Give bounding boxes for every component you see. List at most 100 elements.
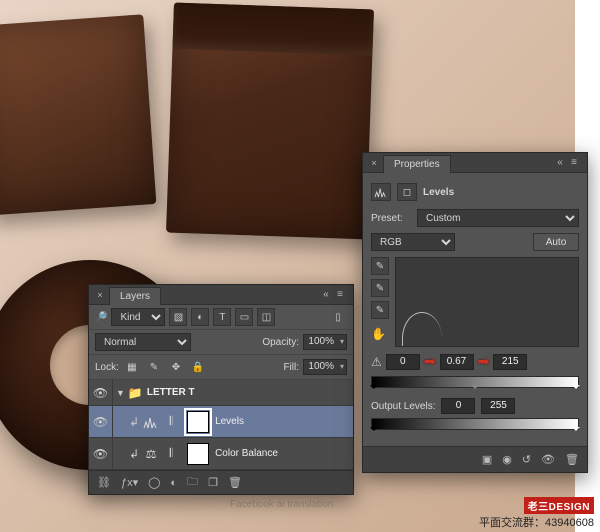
filter-toggle[interactable]: ▯ [329,308,347,326]
layer-mask-thumb[interactable] [187,443,209,465]
close-icon[interactable]: × [369,158,379,168]
layers-footer: ⛓ ƒx▾ ◯ ◐ 🗀 ❐ 🗑 [89,470,353,494]
collapse-icon[interactable]: « [553,157,567,168]
clip-indicator-icon: ↳ [129,415,139,429]
input-white-field[interactable]: 215 [493,354,527,370]
out-black-slider-icon[interactable] [370,427,378,435]
filter-shape-icon[interactable]: ▭ [235,308,253,326]
opacity-value[interactable]: 100% [303,334,347,350]
new-adjustment-icon[interactable]: ◐ [170,477,177,489]
output-white-field[interactable]: 255 [481,398,515,414]
new-layer-icon[interactable]: ❐ [208,476,218,489]
histogram-area[interactable] [395,257,579,347]
group-expand-icon[interactable]: ▼ [116,388,125,398]
gray-eyedropper-icon[interactable]: ✎ [371,279,389,297]
toggle-visibility-icon[interactable]: 👁 [541,453,555,466]
filter-type-icon[interactable]: T [213,308,231,326]
white-slider-icon[interactable] [572,385,580,393]
layers-tab[interactable]: Layers [109,287,161,305]
filter-adjust-icon[interactable]: ◐ [191,308,209,326]
properties-tab[interactable]: Properties [383,155,451,173]
faint-watermark: Facebook ai translation [230,499,333,510]
visibility-toggle[interactable]: 👁 [89,406,113,437]
auto-button[interactable]: Auto [533,233,579,251]
clip-indicator-icon: ↳ [129,447,139,461]
visibility-toggle[interactable]: 👁 [89,438,113,469]
input-black-field[interactable]: 0 [386,354,420,370]
properties-panel: × Properties « ≡ ◻ Levels Preset: Custom… [362,152,588,473]
layers-header[interactable]: × Layers « ≡ [89,285,353,305]
preset-row: Preset: Custom [371,209,579,227]
output-label: Output Levels: [371,401,435,412]
panel-menu-icon[interactable]: ≡ [567,157,581,168]
layer-color-balance-row[interactable]: 👁 ↳ ⚖ 𝄃 Color Balance [89,438,353,470]
input-gamma-field[interactable]: 0.67 [440,354,474,370]
layer-fx-icon[interactable]: ƒx▾ [121,476,138,489]
filter-search-icon: 🔎 [95,312,107,323]
layer-name[interactable]: Color Balance [215,448,353,459]
blend-opacity-row: Normal Opacity: 100% [89,330,353,355]
white-eyedropper-icon[interactable]: ✎ [371,301,389,319]
black-slider-icon[interactable] [370,385,378,393]
view-previous-icon[interactable]: ◉ [502,453,512,466]
folder-icon: 📁 [128,386,143,400]
output-gradient[interactable] [371,418,579,430]
lock-pixels-icon[interactable]: ✎ [145,358,163,376]
levels-adjustment-icon [141,412,161,432]
visibility-toggle[interactable]: 👁 [89,380,113,405]
reset-icon[interactable]: ↺ [522,453,531,466]
layer-mask-thumb[interactable] [187,411,209,433]
layer-group-row[interactable]: 👁 ▼ 📁 LETTER T [89,380,353,406]
adjustment-title: Levels [423,187,454,198]
link-layers-icon[interactable]: ⛓ [97,476,111,489]
fill-value[interactable]: 100% [303,359,347,375]
out-white-slider-icon[interactable] [572,427,580,435]
delete-layer-icon[interactable]: 🗑 [228,476,242,489]
lock-transparency-icon[interactable]: ▦ [123,358,141,376]
close-icon[interactable]: × [95,290,105,300]
scrubby-hand-icon[interactable]: ✋ [371,327,385,341]
preset-select[interactable]: Custom [417,209,579,227]
input-gradient[interactable] [371,376,579,388]
clip-to-layer-icon[interactable]: ▣ [482,453,492,466]
lock-all-icon[interactable]: 🔒 [189,358,207,376]
filter-smart-icon[interactable]: ◫ [257,308,275,326]
new-group-icon[interactable]: 🗀 [187,473,198,492]
output-black-field[interactable]: 0 [441,398,475,414]
preset-label: Preset: [371,213,411,224]
properties-header[interactable]: × Properties « ≡ [363,153,587,173]
channel-select[interactable]: RGB [371,233,455,251]
gamma-slider-icon[interactable] [471,385,479,393]
add-mask-icon[interactable]: ◯ [148,476,160,489]
delete-adjustment-icon[interactable]: 🗑 [565,453,579,466]
opacity-label: Opacity: [262,337,299,348]
mask-mode-icon[interactable]: ◻ [397,183,417,201]
black-eyedropper-icon[interactable]: ✎ [371,257,389,275]
artwork-letter-e [0,14,156,215]
layer-name[interactable]: Levels [215,416,353,427]
lock-label: Lock: [95,362,119,373]
layers-panel: × Layers « ≡ 🔎 Kind ▧ ◐ T ▭ ◫ ▯ Normal O… [88,284,354,495]
brand-watermark: 老三DESIGN [524,497,594,514]
callout-arrow-icon: ➡ [478,353,490,370]
adjustment-type-row: ◻ Levels [371,183,579,201]
callout-arrow-icon: ➡ [424,353,436,370]
collapse-icon[interactable]: « [319,289,333,300]
filter-kind-select[interactable]: Kind [111,308,165,326]
layer-levels-row[interactable]: 👁 ↳ 𝄃 Levels [89,406,353,438]
lock-position-icon[interactable]: ✥ [167,358,185,376]
input-levels-row: ⚠ 0 ➡ 0.67 ➡ 215 [371,353,579,370]
link-icon[interactable]: 𝄃 [161,444,181,464]
panel-menu-icon[interactable]: ≡ [333,289,347,300]
color-balance-icon: ⚖ [141,444,161,464]
link-icon[interactable]: 𝄃 [161,412,181,432]
group-name: LETTER T [147,387,353,398]
lock-fill-row: Lock: ▦ ✎ ✥ 🔒 Fill: 100% [89,355,353,380]
artwork-letter-t [166,3,374,240]
levels-adjustment-icon[interactable] [371,183,391,201]
blend-mode-select[interactable]: Normal [95,333,191,351]
filter-pixel-icon[interactable]: ▧ [169,308,187,326]
group-watermark: 平面交流群：43940608 [479,514,594,530]
clip-warning-icon[interactable]: ⚠ [371,355,382,369]
output-levels-row: Output Levels: 0 255 [371,398,579,414]
